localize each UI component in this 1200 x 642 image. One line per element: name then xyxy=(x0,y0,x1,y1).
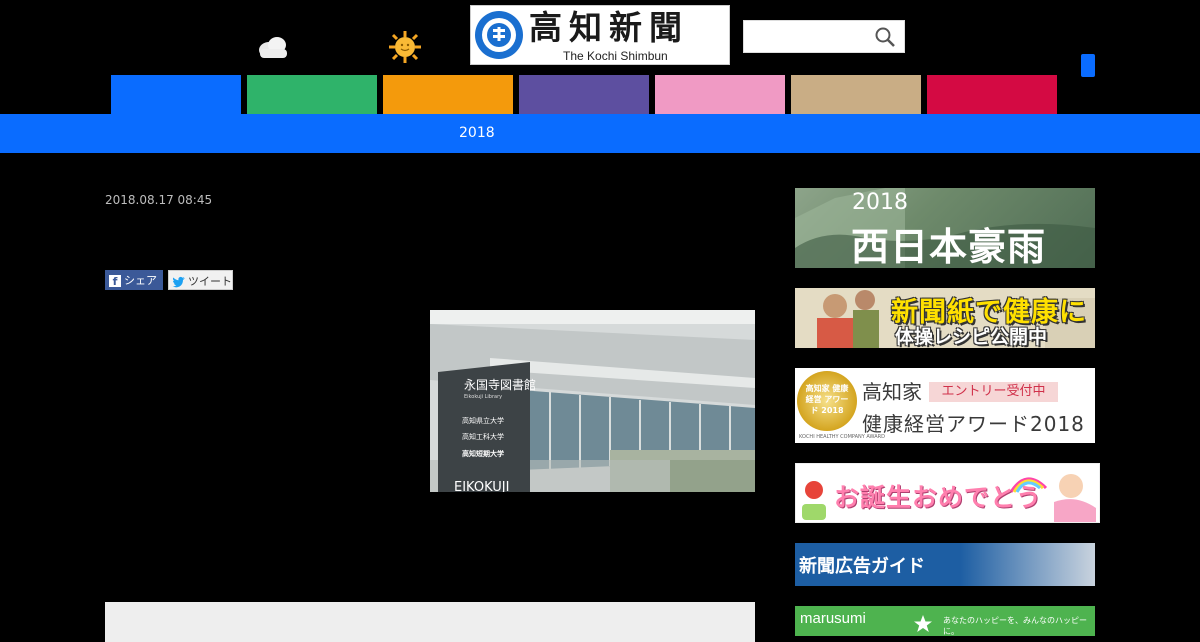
sub-navigation-bar: 2018 xyxy=(0,114,1200,153)
sign-title: 永国寺図書館 xyxy=(464,378,537,392)
banner-ad-guide-title: 新聞広告ガイド xyxy=(799,556,925,577)
nav-tab-5[interactable] xyxy=(655,75,785,114)
banner-marusumi-title: marusumi xyxy=(800,610,866,627)
banner-birthday-title: お誕生おめでとう xyxy=(834,483,1043,512)
banner-heavy-rain-title: 西日本豪雨 xyxy=(851,224,1047,268)
award-medal-icon: 高知家 健康経営 アワード 2018 xyxy=(797,371,857,431)
subnav-item-2018[interactable]: 2018 xyxy=(459,125,495,141)
nav-tab-1[interactable] xyxy=(111,75,241,114)
nav-tab-2[interactable] xyxy=(247,75,377,114)
sign-bottom-text: EIKOKUJI xyxy=(454,480,510,492)
sign-line-1: 高知県立大学 xyxy=(462,417,504,425)
banner-health-award-title: 高知家 xyxy=(862,380,922,404)
search-box xyxy=(743,20,905,53)
cloud-icon xyxy=(256,34,290,60)
article-photo: 永国寺図書館 Eikokuji Library 高知県立大学 高知工科大学 高知… xyxy=(430,310,755,492)
article-body-box xyxy=(105,602,755,642)
logo-subtitle: The Kochi Shimbun xyxy=(563,49,668,63)
sign-line-3: 高知短期大学 xyxy=(462,450,504,458)
award-medal-text: 高知家 健康経営 アワード 2018 xyxy=(805,384,849,415)
banner-newspaper-health[interactable]: 新聞紙で健康に 体操レシピ公開中 xyxy=(795,288,1095,348)
sun-icon xyxy=(388,30,422,64)
banner-heavy-rain[interactable]: 2018 西日本豪雨 xyxy=(795,188,1095,268)
twitter-share-button[interactable]: ツイート xyxy=(168,270,233,290)
twitter-share-label: ツイート xyxy=(188,275,232,288)
facebook-share-label: シェア xyxy=(124,274,157,287)
facebook-share-button[interactable]: f シェア xyxy=(105,270,163,290)
entry-open-badge: エントリー受付中 xyxy=(929,382,1058,402)
banner-marusumi[interactable]: marusumi あなたのハッピーを、みんなのハッピーに。 xyxy=(795,606,1095,636)
marusumi-star-icon xyxy=(914,615,932,632)
banner-birthday[interactable]: お誕生おめでとう xyxy=(795,463,1100,523)
banner-health-award-small: KOCHI HEALTHY COMPANY AWARD xyxy=(799,434,885,440)
nav-tab-3[interactable] xyxy=(383,75,513,114)
sign-line-2: 高知工科大学 xyxy=(462,433,504,441)
nav-tab-4[interactable] xyxy=(519,75,649,114)
banner-marusumi-tagline: あなたのハッピーを、みんなのハッピーに。 xyxy=(943,616,1087,636)
search-input[interactable] xyxy=(748,22,870,53)
logo-emblem-icon xyxy=(475,11,523,59)
nav-tab-7[interactable] xyxy=(927,75,1057,114)
banner-health-award[interactable]: 高知家 健康経営 アワード 2018 高知家 エントリー受付中 健康経営アワード… xyxy=(795,368,1095,443)
facebook-icon: f xyxy=(109,275,121,288)
banner-health-award-title2: 健康経営アワード2018 xyxy=(862,412,1085,436)
banner-newspaper-health-line2: 体操レシピ公開中 xyxy=(895,326,1048,348)
menu-button[interactable] xyxy=(1081,54,1095,77)
logo-title: 高知新聞 xyxy=(529,8,689,47)
twitter-icon xyxy=(172,276,185,288)
site-logo[interactable]: 高知新聞 The Kochi Shimbun xyxy=(470,5,730,65)
sign-subtitle: Eikokuji Library xyxy=(464,394,503,400)
article-date: 2018.08.17 08:45 xyxy=(105,193,213,207)
search-icon[interactable] xyxy=(874,26,896,48)
nav-tab-6[interactable] xyxy=(791,75,921,114)
banner-heavy-rain-year: 2018 xyxy=(852,190,908,215)
banner-ad-guide[interactable]: 新聞広告ガイド xyxy=(795,543,1095,586)
